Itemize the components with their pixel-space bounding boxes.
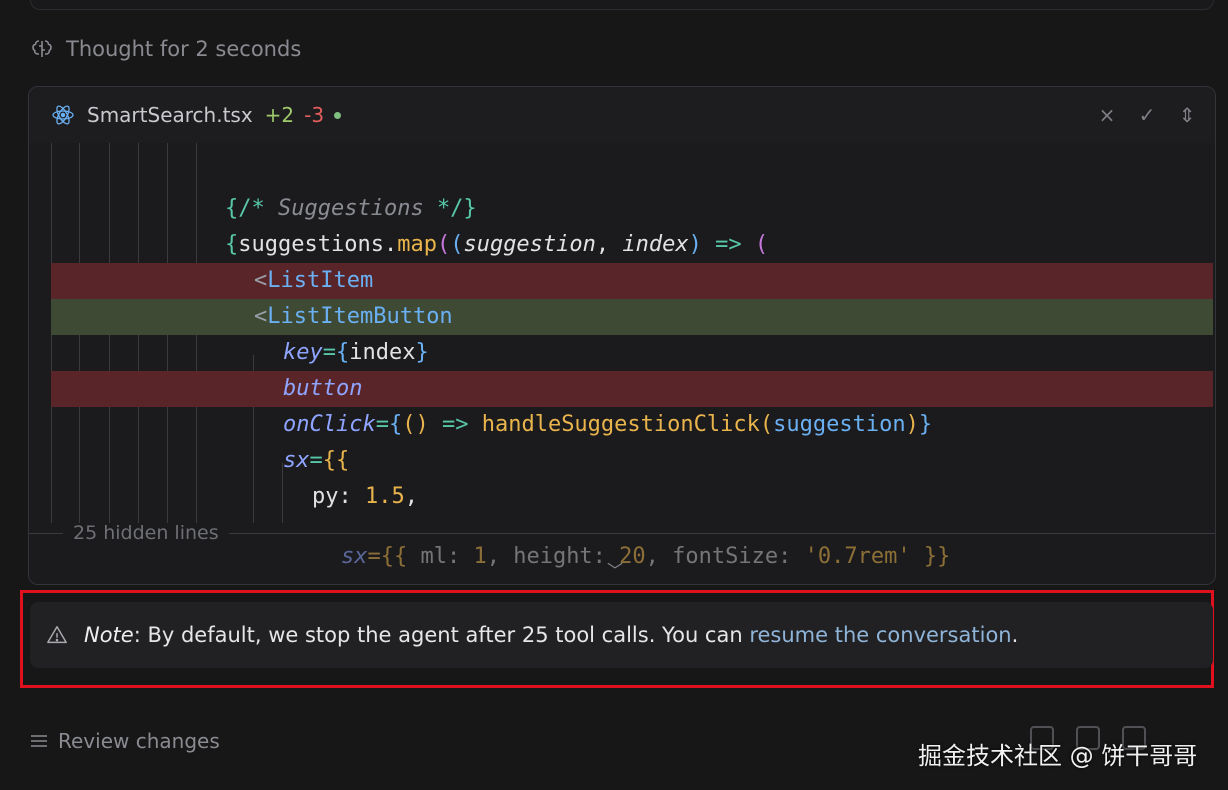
resume-conversation-link[interactable]: resume the conversation (749, 623, 1011, 647)
file-name[interactable]: SmartSearch.tsx (87, 103, 253, 127)
thought-indicator[interactable]: Thought for 2 seconds (30, 34, 301, 64)
unsaved-dot (334, 111, 342, 119)
diff-editor: SmartSearch.tsx +2 -3 × ✓ ⇕ {/* Suggesti… (28, 86, 1216, 585)
chevron-down-icon[interactable]: ﹀ (607, 557, 623, 581)
deletions-count: -3 (304, 103, 325, 127)
thought-label: Thought for 2 seconds (66, 37, 302, 61)
code-line-deleted: button (51, 371, 1213, 407)
code-line: key={index} (283, 340, 429, 365)
code-line-faded: sx={{ ml: 1, height: 20, fontSize: '0.7r… (341, 544, 951, 569)
previous-message-frame (30, 0, 1214, 10)
accept-icon[interactable]: ✓ (1137, 103, 1157, 127)
code-line: py: 1.5, (312, 484, 418, 509)
watermark: 掘金技术社区 @ 饼干哥哥 (918, 742, 1198, 770)
react-icon (52, 105, 74, 125)
editor-header: SmartSearch.tsx +2 -3 × ✓ ⇕ (29, 87, 1215, 143)
reject-icon[interactable]: × (1097, 103, 1117, 127)
code-line: sx={{ (283, 448, 350, 473)
note-text: Note: By default, we stop the agent afte… (84, 623, 1019, 647)
expand-icon[interactable]: ⇕ (1177, 103, 1197, 127)
note-label: Note (84, 623, 134, 647)
review-changes-button[interactable]: Review changes (30, 728, 220, 754)
warning-icon (47, 626, 67, 644)
code-line-added: <ListItemButton (51, 299, 1213, 335)
tool-limit-note: Note: By default, we stop the agent afte… (30, 602, 1213, 668)
code-line: {suggestions.map((suggestion, index) => … (225, 232, 769, 257)
code-line-deleted: <ListItem (51, 263, 1213, 299)
brain-icon (32, 40, 52, 57)
list-icon (31, 735, 47, 747)
review-label: Review changes (58, 729, 220, 753)
additions-count: +2 (264, 103, 295, 127)
code-line: onClick={() => handleSuggestionClick(sug… (283, 412, 933, 437)
code-area[interactable]: {/* Suggestions */} {suggestions.map((su… (29, 143, 1215, 584)
code-line: {/* Suggestions */} (225, 196, 477, 221)
